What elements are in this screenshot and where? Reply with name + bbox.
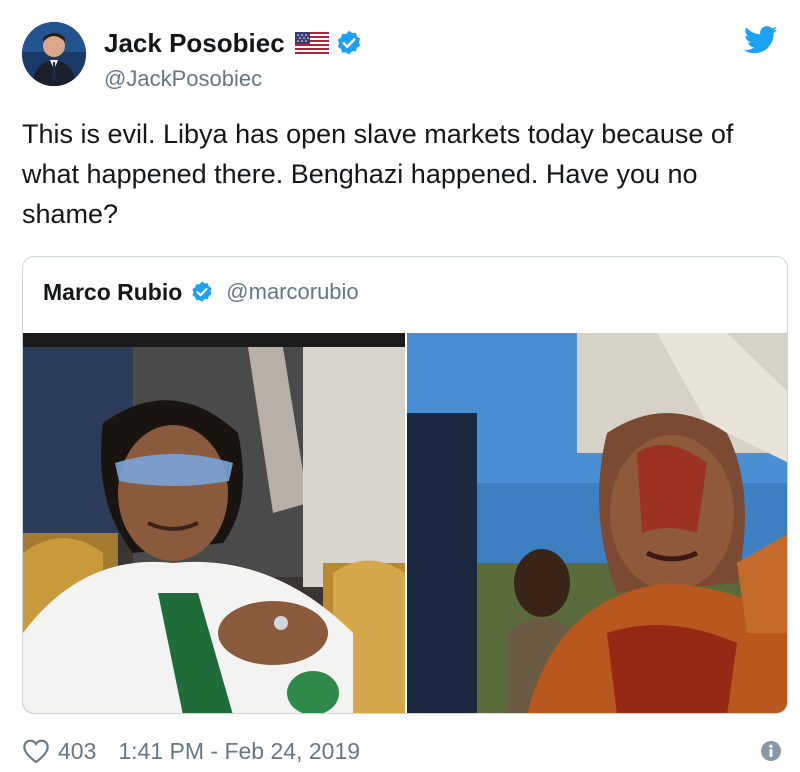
heart-icon[interactable] (22, 738, 50, 764)
author-info: Jack Posobiec @JackPosobiec (104, 26, 363, 92)
quoted-tweet[interactable]: Marco Rubio @marcorubio (22, 256, 788, 714)
us-flag-icon (294, 31, 329, 55)
avatar[interactable] (22, 22, 86, 86)
handle[interactable]: @JackPosobiec (104, 66, 363, 92)
tweet-card: Jack Posobiec @JackPosobiec This is evil… (0, 0, 800, 772)
like-count[interactable]: 403 (58, 738, 96, 765)
quoted-media (23, 333, 787, 713)
quoted-display-name[interactable]: Marco Rubio (43, 279, 182, 306)
timestamp[interactable]: 1:41 PM - Feb 24, 2019 (118, 738, 360, 765)
name-row: Jack Posobiec (104, 26, 363, 60)
verified-badge-icon (190, 280, 214, 304)
tweet-footer: 403 1:41 PM - Feb 24, 2019 (22, 736, 782, 766)
quoted-photo-right[interactable] (407, 333, 787, 713)
quoted-tweet-header: Marco Rubio @marcorubio (43, 277, 359, 307)
verified-badge-icon (335, 29, 363, 57)
quoted-handle[interactable]: @marcorubio (226, 279, 358, 305)
quoted-photo-left[interactable] (23, 333, 405, 713)
info-icon[interactable] (760, 740, 782, 762)
display-name[interactable]: Jack Posobiec (104, 28, 285, 59)
tweet-text: This is evil. Libya has open slave marke… (22, 119, 734, 229)
avatar-image (22, 22, 86, 86)
twitter-bird-icon[interactable] (744, 26, 778, 54)
